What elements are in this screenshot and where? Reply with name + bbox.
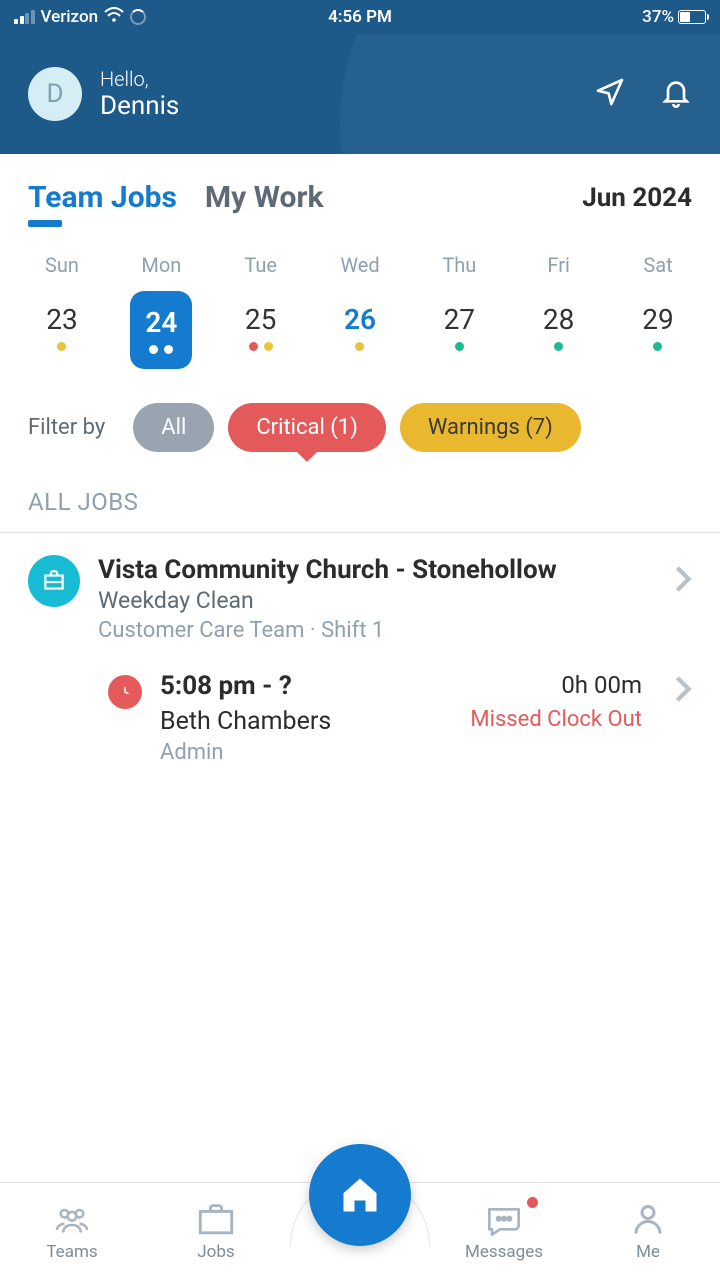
day-wed[interactable]: Wed 26 — [318, 253, 402, 369]
notification-badge-icon — [527, 1197, 538, 1208]
job-title: Vista Community Church - Stonehollow — [98, 555, 656, 585]
job-subtitle: Weekday Clean — [98, 587, 656, 614]
day-fri[interactable]: Fri 28 — [517, 253, 601, 369]
clock-icon — [108, 675, 142, 709]
shift-row[interactable]: 5:08 pm - ? Beth Chambers Admin 0h 00m M… — [0, 653, 720, 775]
bell-icon[interactable] — [660, 76, 692, 112]
nav-jobs[interactable]: Jobs — [144, 1183, 288, 1280]
tabs-row: Team Jobs My Work Jun 2024 — [0, 154, 720, 223]
section-all-jobs: ALL JOBS — [0, 476, 720, 532]
nav-teams[interactable]: Teams — [0, 1183, 144, 1280]
nav-messages[interactable]: Messages — [432, 1183, 576, 1280]
chevron-right-icon — [674, 565, 692, 597]
avatar[interactable]: D — [28, 67, 82, 121]
signal-icon — [14, 10, 35, 24]
shift-duration: 0h 00m — [561, 671, 642, 699]
greeting-label: Hello, — [100, 67, 179, 91]
job-card[interactable]: Vista Community Church - Stonehollow Wee… — [0, 533, 720, 653]
battery-percent: 37% — [642, 7, 674, 27]
user-name: Dennis — [100, 91, 179, 121]
status-bar: Verizon 4:56 PM 37% — [0, 0, 720, 34]
shift-person: Beth Chambers — [160, 707, 331, 736]
nav-label: Jobs — [197, 1242, 234, 1262]
tab-my-work[interactable]: My Work — [205, 180, 324, 215]
battery-icon — [678, 10, 706, 24]
day-tue[interactable]: Tue 25 — [219, 253, 303, 369]
filter-label: Filter by — [28, 415, 105, 440]
shift-role: Admin — [160, 740, 331, 765]
day-mon[interactable]: Mon 24 — [119, 253, 203, 369]
wifi-icon — [104, 7, 124, 28]
nav-me[interactable]: Me — [576, 1183, 720, 1280]
nav-label: Teams — [46, 1242, 97, 1262]
chevron-right-icon — [674, 675, 692, 765]
clock-time: 4:56 PM — [245, 7, 476, 27]
location-icon[interactable] — [594, 76, 626, 112]
loading-spinner-icon — [130, 9, 146, 25]
app-header: D Hello, Dennis — [0, 34, 720, 154]
calendar-strip: Sun 23 Mon 24 Tue 25 Wed 26 Thu 27 Fri 2… — [0, 223, 720, 393]
filter-chip-warnings[interactable]: Warnings (7) — [400, 403, 581, 452]
briefcase-icon — [28, 555, 80, 607]
nav-home-button[interactable] — [309, 1144, 411, 1246]
filter-row: Filter by All Critical (1) Warnings (7) — [0, 393, 720, 476]
job-meta: Customer Care Team · Shift 1 — [98, 618, 656, 643]
filter-chip-all[interactable]: All — [133, 403, 214, 452]
shift-time: 5:08 pm - ? — [160, 671, 331, 701]
carrier-label: Verizon — [41, 7, 99, 27]
filter-chip-critical[interactable]: Critical (1) — [228, 403, 386, 452]
nav-label: Me — [636, 1242, 660, 1262]
day-sun[interactable]: Sun 23 — [20, 253, 104, 369]
month-label[interactable]: Jun 2024 — [582, 183, 692, 213]
nav-label: Messages — [465, 1242, 543, 1262]
day-thu[interactable]: Thu 27 — [417, 253, 501, 369]
day-sat[interactable]: Sat 29 — [616, 253, 700, 369]
tab-team-jobs[interactable]: Team Jobs — [28, 180, 177, 215]
shift-alert: Missed Clock Out — [470, 707, 642, 732]
